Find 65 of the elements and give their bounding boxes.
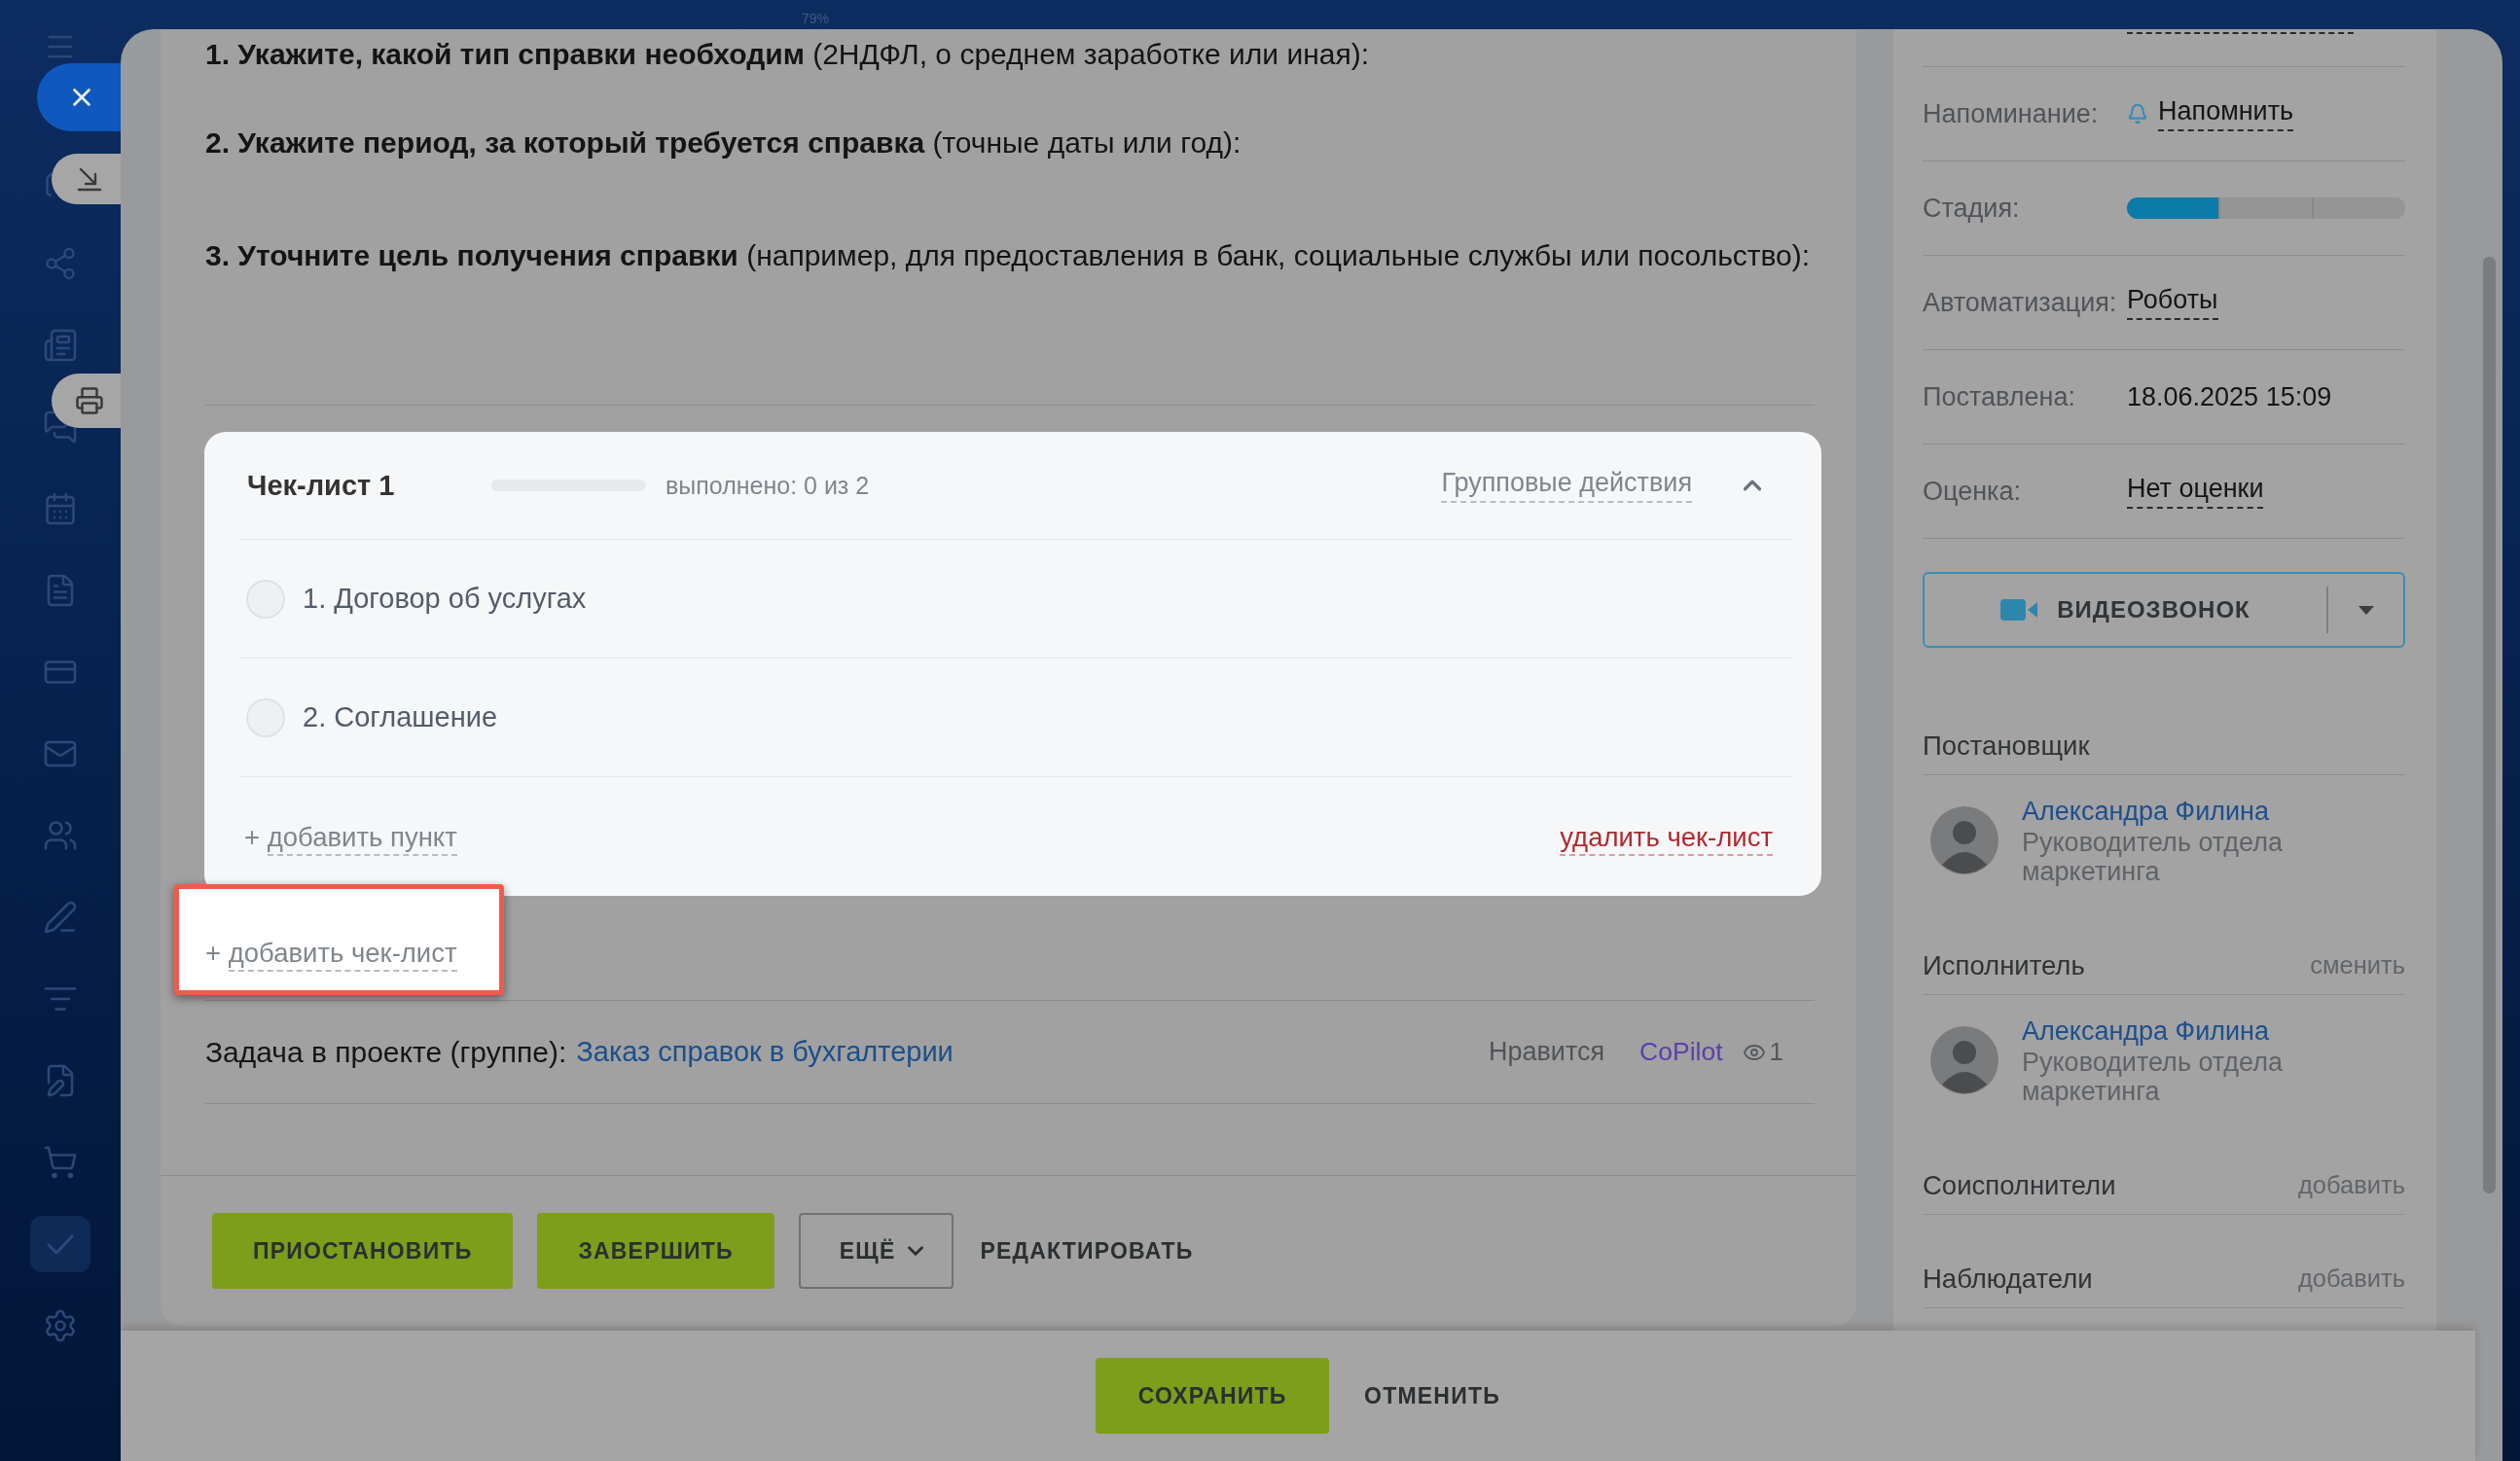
- avatar-icon: [1930, 806, 1998, 874]
- users-icon[interactable]: [43, 818, 78, 853]
- field-label: Поставлена:: [1923, 381, 2076, 412]
- close-button[interactable]: [37, 63, 121, 131]
- description-line: 2. Укажите период, за который требуется справка (точные даты или год):: [205, 125, 1242, 160]
- description-line: 3. Уточните цель получения справки (например, для предоставления в банк, социальные службы или посольство):: [205, 238, 1812, 273]
- scrollbar[interactable]: [2483, 257, 2496, 1194]
- collapse-button[interactable]: [52, 154, 121, 204]
- description-line: 1. Укажите, какой тип справки необходим (2НДФЛ, о среднем заработке или иная):: [205, 37, 1370, 72]
- action-button[interactable]: ЗАВЕРШИТЬ: [537, 1213, 774, 1289]
- person-name[interactable]: Александра Филина: [2022, 795, 2343, 828]
- save-button[interactable]: СОХРАНИТЬ: [1096, 1358, 1330, 1434]
- field-link[interactable]: Нет оценки: [2127, 474, 2264, 509]
- add-item-link[interactable]: + добавить пункт: [244, 820, 457, 853]
- checklist-item-label: 1. Договор об услугах: [303, 583, 587, 615]
- newspaper-icon[interactable]: [43, 328, 78, 363]
- project-link[interactable]: Заказ справок в бухгалтерии: [576, 1036, 954, 1068]
- field-value: 18.06.2025 15:09: [2127, 381, 2332, 412]
- person-name[interactable]: Александра Филина: [2022, 1015, 2343, 1048]
- project-label: Задача в проекте (группе):: [205, 1035, 567, 1069]
- cancel-button[interactable]: ОТМЕНИТЬ: [1364, 1382, 1500, 1409]
- person-position: Руководитель отдела маркетинга: [2022, 1048, 2284, 1106]
- avatar-icon: [1930, 1026, 1998, 1094]
- printer-icon: [74, 386, 104, 415]
- calendar-icon[interactable]: [43, 491, 78, 526]
- stage-segment[interactable]: [2312, 197, 2405, 219]
- action-button[interactable]: ПРИОСТАНОВИТЬ: [212, 1213, 514, 1289]
- field-link[interactable]: Роботы: [2127, 285, 2218, 320]
- views-count: 1: [1769, 1037, 1783, 1067]
- copilot-link[interactable]: CoPilot: [1639, 1037, 1723, 1067]
- field-label: Напоминание:: [1923, 98, 2100, 129]
- role-action-link[interactable]: добавить: [2297, 1171, 2405, 1199]
- video-call-button[interactable]: ВИДЕОЗВОНОК: [1925, 574, 2326, 646]
- print-button[interactable]: [52, 374, 121, 428]
- more-dropdown-button[interactable]: ЕЩЁ: [798, 1213, 954, 1289]
- nodes-icon[interactable]: [43, 246, 78, 281]
- role-title: Наблюдатели: [1923, 1263, 2093, 1295]
- field-label: Автоматизация:: [1923, 287, 2118, 318]
- checkmark-tile-icon[interactable]: [30, 1216, 90, 1272]
- arrow-down-right-icon: [75, 165, 103, 193]
- edit-button[interactable]: РЕДАКТИРОВАТЬ: [978, 1213, 1196, 1289]
- role-title: Соисполнители: [1923, 1169, 2116, 1201]
- person-position: Руководитель отдела маркетинга: [2022, 828, 2284, 886]
- group-actions-link[interactable]: Групповые действия: [1441, 468, 1692, 503]
- checklist-item-label: 2. Соглашение: [303, 701, 498, 733]
- role-title: Постановщик: [1923, 730, 2090, 762]
- role-action-link[interactable]: добавить: [2297, 1265, 2405, 1293]
- progress-text: выполнено: 0 из 2: [666, 471, 870, 500]
- remind-link[interactable]: Напомнить: [2158, 96, 2294, 131]
- field-label: Оценка:: [1923, 476, 2022, 507]
- pen-icon[interactable]: [43, 900, 78, 935]
- role-title: Исполнитель: [1923, 949, 2085, 981]
- stage-segment[interactable]: [2127, 197, 2218, 219]
- settings-icon[interactable]: [43, 1308, 78, 1343]
- like-link[interactable]: Нравится: [1488, 1037, 1605, 1067]
- field-label: Стадия:: [1923, 193, 2021, 224]
- caret-down-icon: [2358, 605, 2374, 615]
- stage-progress-track[interactable]: [2127, 197, 2405, 219]
- delete-checklist-link[interactable]: удалить чек-лист: [1560, 820, 1773, 853]
- add-checklist-link[interactable]: + добавить чек-лист: [205, 937, 457, 969]
- role-action-link[interactable]: сменить: [2310, 951, 2405, 980]
- bell-icon: [2127, 103, 2148, 125]
- checklist-title: Чек-лист 1: [247, 469, 396, 502]
- cart-icon[interactable]: [43, 1145, 78, 1180]
- video-camera-icon: [2000, 598, 2038, 622]
